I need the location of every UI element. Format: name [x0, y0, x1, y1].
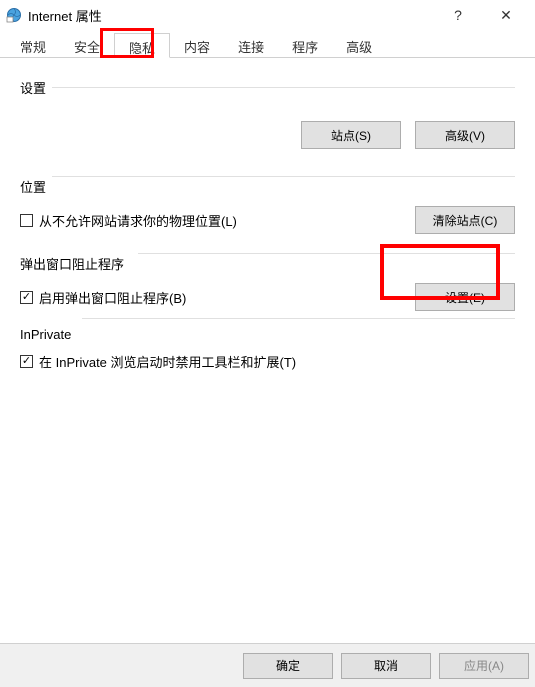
- titlebar-buttons: ? ✕: [443, 5, 529, 25]
- cancel-button[interactable]: 取消: [341, 653, 431, 679]
- tab-content[interactable]: 内容: [170, 33, 224, 58]
- divider: [52, 87, 515, 88]
- advanced-button[interactable]: 高级(V): [415, 121, 515, 149]
- settings-buttons-row: 站点(S) 高级(V): [20, 121, 515, 149]
- divider: [52, 176, 515, 177]
- tab-privacy[interactable]: 隐私: [114, 33, 170, 58]
- inprivate-checkbox[interactable]: [20, 355, 33, 368]
- inprivate-checkbox-label: 在 InPrivate 浏览启动时禁用工具栏和扩展(T): [39, 352, 296, 371]
- close-button[interactable]: ✕: [491, 5, 521, 25]
- tab-programs[interactable]: 程序: [278, 33, 332, 58]
- help-button[interactable]: ?: [443, 5, 473, 25]
- popup-blocker-checkbox-label: 启用弹出窗口阻止程序(B): [39, 288, 186, 307]
- section-inprivate-label: InPrivate: [20, 327, 515, 342]
- divider: [82, 318, 515, 319]
- dialog-footer: 确定 取消 应用(A): [0, 643, 535, 687]
- popup-settings-button[interactable]: 设置(E): [415, 283, 515, 311]
- tab-content-privacy: 设置 站点(S) 高级(V) 位置 从不允许网站请求你的物理位置(L) 清除站点…: [0, 58, 535, 643]
- internet-options-icon: [6, 7, 22, 23]
- location-checkbox[interactable]: [20, 214, 33, 227]
- apply-button[interactable]: 应用(A): [439, 653, 529, 679]
- tab-bar: 常规 安全 隐私 内容 连接 程序 高级: [0, 30, 535, 58]
- titlebar: Internet 属性 ? ✕: [0, 0, 535, 30]
- section-popup-label: 弹出窗口阻止程序: [20, 254, 515, 273]
- divider: [138, 253, 515, 254]
- tab-advanced[interactable]: 高级: [332, 33, 386, 58]
- tab-connections[interactable]: 连接: [224, 33, 278, 58]
- section-location-label: 位置: [20, 177, 515, 196]
- clear-sites-button[interactable]: 清除站点(C): [415, 206, 515, 234]
- tab-general[interactable]: 常规: [6, 33, 60, 58]
- inprivate-row: 在 InPrivate 浏览启动时禁用工具栏和扩展(T): [20, 352, 515, 371]
- tab-security[interactable]: 安全: [60, 33, 114, 58]
- popup-row: 启用弹出窗口阻止程序(B) 设置(E): [20, 283, 515, 311]
- ok-button[interactable]: 确定: [243, 653, 333, 679]
- popup-blocker-checkbox[interactable]: [20, 291, 33, 304]
- location-row: 从不允许网站请求你的物理位置(L) 清除站点(C): [20, 206, 515, 234]
- location-checkbox-label: 从不允许网站请求你的物理位置(L): [39, 211, 237, 230]
- window-title: Internet 属性: [28, 6, 443, 25]
- sites-button[interactable]: 站点(S): [301, 121, 401, 149]
